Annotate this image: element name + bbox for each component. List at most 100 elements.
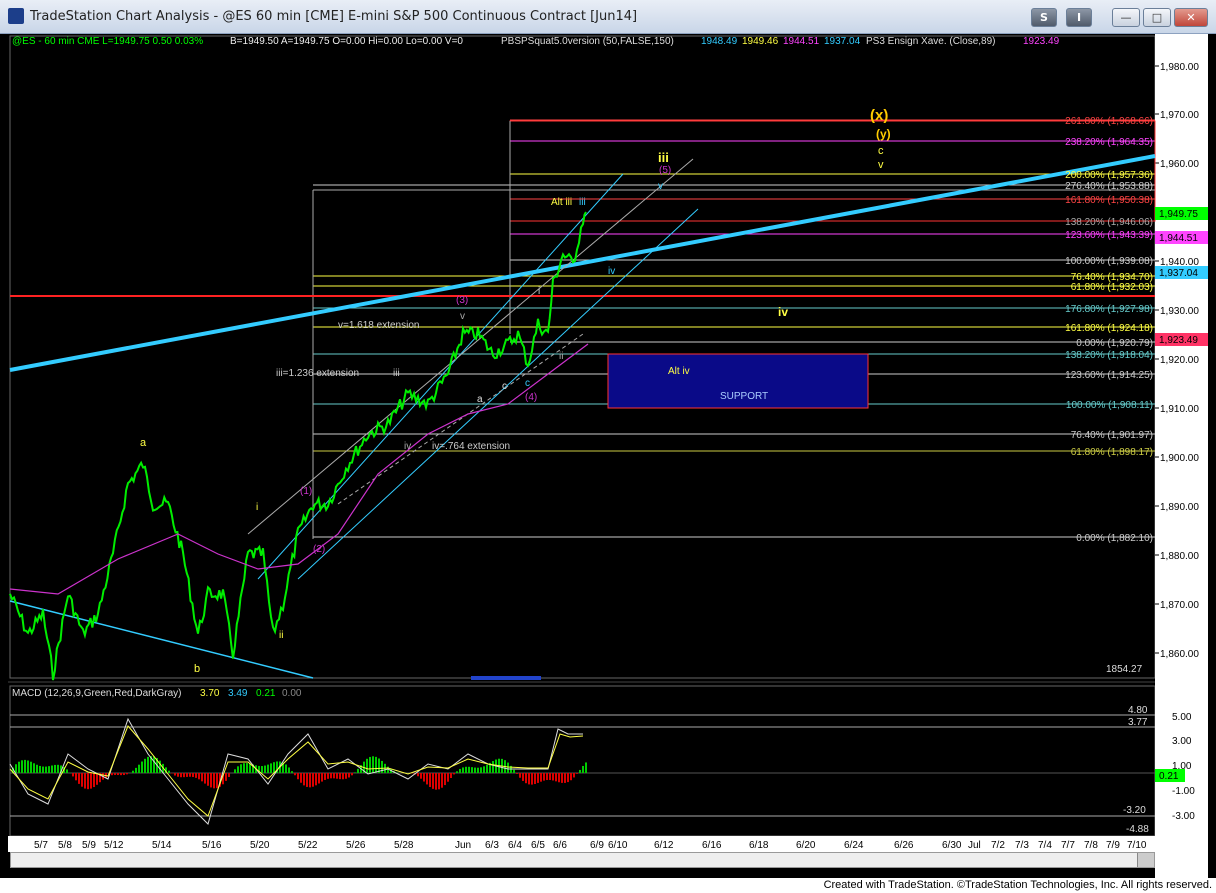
fib-level-label: 100.00% (1,908.11) <box>1066 400 1153 411</box>
date-tick-label: 5/7 <box>34 840 48 851</box>
macd-bar <box>492 761 494 773</box>
macd-bar <box>372 756 374 773</box>
chart-area[interactable]: @ES - 60 min CME L=1949.75 0.50 0.03% B=… <box>8 34 1208 882</box>
macd-bar <box>66 769 68 773</box>
macd-val-3: 0.21 <box>256 688 276 699</box>
macd-bar <box>213 773 215 789</box>
macd-bar <box>201 773 203 782</box>
iv-extension-label: iv=.764 extension <box>432 441 510 452</box>
macd-tick-label: 3.00 <box>1172 736 1192 747</box>
macd-bar <box>459 768 461 773</box>
macd-bar <box>339 773 341 780</box>
date-tick-label: 7/9 <box>1106 840 1120 851</box>
window-title: TradeStation Chart Analysis - @ES 60 min… <box>30 9 638 24</box>
macd-bar <box>291 771 293 773</box>
macd-bar <box>318 773 320 784</box>
wave-iii-label: iii <box>658 150 669 165</box>
date-tick-label: 6/30 <box>942 840 962 851</box>
macd-bar <box>27 760 29 773</box>
date-tick-label: 5/20 <box>250 840 270 851</box>
macd-axis[interactable]: 5.003.001.00-1.00-3.000.21 <box>1155 686 1208 836</box>
macd-bar <box>51 765 53 773</box>
date-tick-label: Jun <box>455 840 471 851</box>
macd-bar <box>444 773 446 786</box>
symbol-readout: @ES - 60 min CME L=1949.75 0.50 0.03% <box>12 36 203 47</box>
macd-ref-neg320-label: -3.20 <box>1123 805 1146 816</box>
macd-bar <box>576 773 578 774</box>
macd-bar <box>375 756 377 773</box>
macd-bar <box>87 773 89 790</box>
fib-level-label: 123.60% (1,943.39) <box>1065 230 1153 241</box>
wave-2-label: (2) <box>313 544 325 555</box>
macd-bar <box>210 773 212 788</box>
horizontal-scrollbar[interactable] <box>10 852 1155 868</box>
date-tick-label: 5/9 <box>82 840 96 851</box>
macd-bar <box>471 767 473 773</box>
macd-bar <box>336 773 338 779</box>
price-tick-label: 1,930.00 <box>1160 306 1199 317</box>
wave-ii-label: ii <box>279 630 283 641</box>
macd-bar <box>240 764 242 773</box>
styles-button[interactable]: S <box>1031 8 1057 27</box>
macd-bar <box>552 773 554 781</box>
macd-bar <box>39 765 41 773</box>
price-tick-label: 1,920.00 <box>1160 355 1199 366</box>
macd-bar <box>81 773 83 787</box>
macd-tick-label: 5.00 <box>1172 712 1192 723</box>
macd-bar <box>135 767 137 773</box>
date-tick-label: 6/26 <box>894 840 914 851</box>
price-chart[interactable]: @ES - 60 min CME L=1949.75 0.50 0.03% B=… <box>8 34 1208 882</box>
minimize-button[interactable]: — <box>1112 8 1140 27</box>
macd-bar <box>456 771 458 773</box>
macd-bar <box>234 769 236 773</box>
macd-bar <box>528 773 530 785</box>
macd-bar <box>207 773 209 786</box>
fib-level-label: 76.40% (1,901.97) <box>1071 430 1153 441</box>
date-tick-label: 6/3 <box>485 840 499 851</box>
macd-bar <box>138 764 140 773</box>
macd-bar <box>582 765 584 773</box>
ii-2-label: ii <box>559 351 563 362</box>
macd-ref-480-label: 4.80 <box>1128 705 1148 716</box>
wave-4-label: (4) <box>525 392 537 403</box>
wave-1-label: (1) <box>300 486 312 497</box>
fib-level-label: 138.20% (1,918.04) <box>1065 350 1153 361</box>
macd-bar <box>57 764 59 773</box>
wave-a-label: a <box>140 437 147 449</box>
c2-label: c <box>525 378 530 389</box>
macd-bar <box>543 773 545 781</box>
svg-text:@ES - 60 min CME L=1949.75: @ES - 60 min CME L=1949.75 0.50 0.03% <box>12 36 203 47</box>
macd-bar <box>474 767 476 773</box>
macd-bar <box>216 773 218 789</box>
macd-bar <box>30 761 32 773</box>
macd-pane[interactable] <box>9 685 1156 837</box>
indicator-button[interactable]: I <box>1066 8 1092 27</box>
price-tick-label: 1,970.00 <box>1160 110 1199 121</box>
macd-bar <box>324 773 326 780</box>
macd-bar <box>465 766 467 773</box>
macd-bar <box>144 758 146 773</box>
macd-bar <box>45 766 47 773</box>
macd-bar <box>357 768 359 773</box>
macd-bar <box>561 773 563 783</box>
date-tick-label: 6/18 <box>749 840 769 851</box>
macd-bar <box>54 764 56 773</box>
macd-bar <box>273 762 275 773</box>
close-button[interactable]: ✕ <box>1174 8 1208 27</box>
maximize-button[interactable]: □ <box>1143 8 1171 27</box>
macd-bar <box>93 773 95 788</box>
macd-bar <box>24 759 26 773</box>
scroll-thumb[interactable] <box>1137 853 1154 867</box>
price-tick-label: 1,980.00 <box>1160 62 1199 73</box>
ind-val-3: 1944.51 <box>783 36 820 47</box>
macd-bar <box>483 766 485 773</box>
macd-bar <box>48 766 50 773</box>
fib-level-label: 276.40% (1,953.88) <box>1065 181 1153 192</box>
macd-bar <box>522 773 524 781</box>
macd-bar <box>555 773 557 782</box>
price-pane[interactable] <box>9 35 1156 679</box>
wave-5-label: (5) <box>659 165 671 176</box>
date-tick-label: 6/12 <box>654 840 674 851</box>
iii-extension-label: iii=1.236 extension <box>276 368 359 379</box>
wave-b-label: b <box>194 663 200 675</box>
